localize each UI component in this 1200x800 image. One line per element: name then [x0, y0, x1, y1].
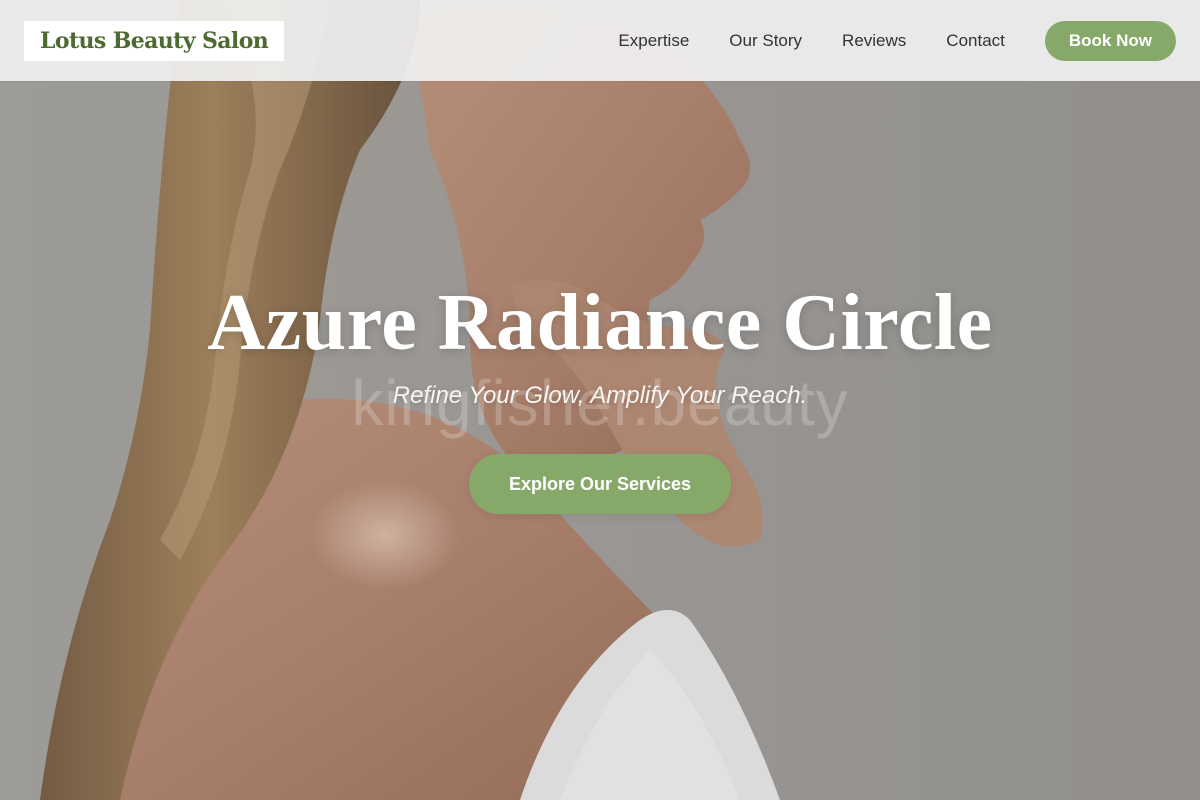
- brand-name: Lotus Beauty Salon: [40, 27, 269, 54]
- brand-logo[interactable]: Lotus Beauty Salon: [24, 20, 285, 61]
- book-now-button[interactable]: Book Now: [1044, 20, 1176, 61]
- site-header: Lotus Beauty Salon Expertise Our Story R…: [0, 0, 1200, 81]
- explore-services-button[interactable]: Explore Our Services: [469, 454, 731, 514]
- landing-page: Lotus Beauty Salon Expertise Our Story R…: [0, 0, 1200, 800]
- nav-link-our-story[interactable]: Our Story: [729, 31, 802, 51]
- hero-title: Azure Radiance Circle: [207, 279, 993, 367]
- main-nav: Expertise Our Story Reviews Contact Book…: [618, 20, 1176, 61]
- nav-link-expertise[interactable]: Expertise: [618, 31, 689, 51]
- hero-section: kingfisher.beauty Azure Radiance Circle …: [0, 0, 1200, 800]
- hero-tagline: Refine Your Glow, Amplify Your Reach.: [392, 382, 808, 409]
- nav-link-contact[interactable]: Contact: [946, 31, 1005, 51]
- nav-link-reviews[interactable]: Reviews: [842, 31, 906, 51]
